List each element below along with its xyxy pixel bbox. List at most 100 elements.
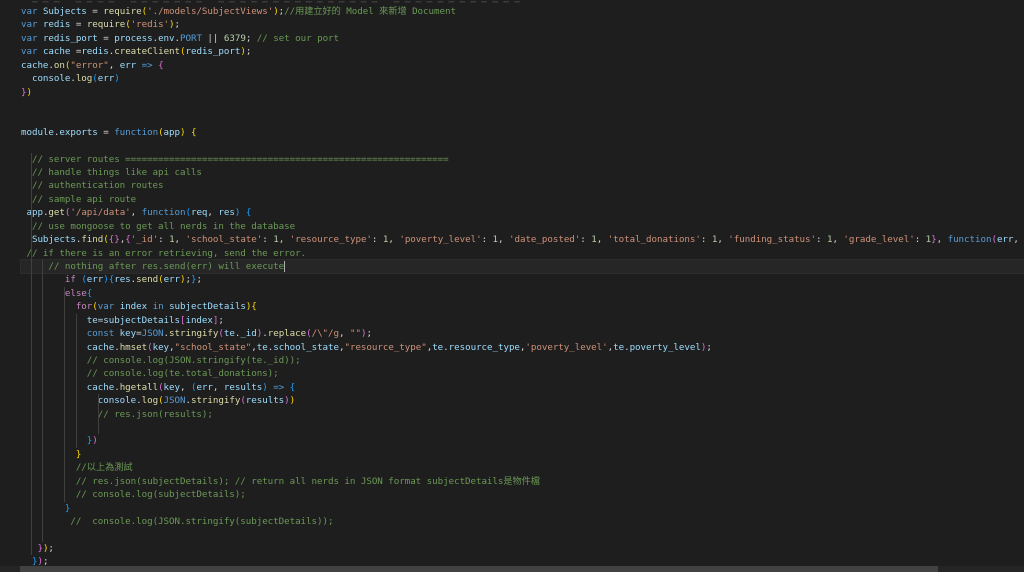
code-line[interactable]: }); [21, 542, 54, 555]
code-token: , s [1013, 234, 1019, 246]
code-token: { [86, 287, 93, 299]
code-token: err [119, 59, 137, 71]
horizontal-scrollbar-thumb[interactable] [20, 566, 938, 572]
code-token: = [97, 126, 115, 138]
code-token: , [207, 207, 219, 219]
code-editor[interactable]: ─ ─ ─ ─ ─ ─ ─ ─ ─ ─ ─ ─ ─ ─ ─ ─ ─ ─ ─ ─ … [0, 0, 1024, 572]
code-token: { [245, 207, 252, 219]
code-line[interactable]: var Subjects = require('./models/Subject… [21, 5, 456, 18]
code-line[interactable]: var redis = require('redis'); [21, 18, 180, 31]
code-token: 'date_posted' [509, 234, 581, 246]
code-token: send [136, 274, 159, 286]
code-line[interactable]: cache.hmset(key,"school_state",te.school… [21, 341, 712, 354]
code-token: ; [706, 341, 712, 353]
code-token: // res.json(subjectDetails); // return a… [75, 475, 540, 487]
code-token: app [163, 126, 181, 138]
code-token: 'resource_type' [289, 234, 372, 246]
indent-guide [64, 286, 65, 502]
code-token: , [108, 59, 120, 71]
code-token: school_state [273, 341, 339, 353]
indent-guide [76, 313, 77, 448]
code-line[interactable]: const key=JSON.stringify(te._id).replace… [21, 327, 372, 340]
code-token: 'poverty_level' [399, 234, 482, 246]
code-line[interactable]: // res.json(results); [21, 408, 213, 421]
code-line[interactable]: for(var index in subjectDetails){ [21, 300, 257, 313]
code-token: 'total_donations' [607, 234, 701, 246]
code-token: // if there is an error retrieving, send… [26, 247, 307, 259]
code-token: : [158, 234, 170, 246]
code-token: = [70, 19, 87, 31]
code-line[interactable]: } [21, 502, 71, 515]
code-token: // res.json(results); [97, 408, 213, 420]
code-token: JSON [163, 395, 186, 407]
code-line[interactable]: //以上為測試 [21, 461, 133, 474]
code-line[interactable]: cache.hgetall(key, (err, results) => { [21, 381, 295, 394]
indent-guide [42, 259, 43, 542]
code-line[interactable]: console.log(JSON.stringify(results)) [21, 394, 295, 407]
code-line[interactable]: te=subjectDetails[index]; [21, 314, 224, 327]
code-line[interactable]: // server routes =======================… [21, 153, 449, 166]
code-token: redis [42, 19, 71, 31]
code-line[interactable]: }) [21, 434, 98, 447]
code-token: index [119, 301, 148, 313]
code-line[interactable]: if (err){res.send(err);}; [21, 273, 202, 286]
code-line[interactable]: var cache =redis.createClient(redis_port… [21, 45, 251, 58]
code-token: err [163, 274, 181, 286]
code-line[interactable]: // console.log(JSON.stringify(te._id)); [21, 354, 301, 367]
code-line[interactable]: // sample api route [21, 193, 136, 206]
code-token: ; [174, 19, 181, 31]
code-token: err [996, 234, 1014, 246]
code-token: // console.log(te.total_donations); [86, 368, 279, 380]
code-line[interactable]: }) [21, 86, 32, 99]
code-token: subjectDetails [169, 301, 246, 313]
code-line[interactable]: cache.on("error", err => { [21, 59, 164, 72]
code-line[interactable]: // res.json(subjectDetails); // return a… [21, 475, 540, 488]
code-token: createClient [114, 46, 181, 58]
code-token: : [816, 234, 827, 246]
text-cursor [284, 260, 286, 272]
code-token: ) [289, 395, 296, 407]
code-token: var [97, 301, 120, 313]
code-token: { [289, 381, 296, 393]
code-line[interactable]: app.get('/api/data', function(req, res) … [21, 206, 251, 219]
code-token: on [53, 59, 65, 71]
code-token: ; [245, 32, 257, 44]
code-line[interactable]: Subjects.find({},{'_id': 1, 'school_stat… [21, 233, 1024, 246]
code-line[interactable]: // use mongoose to get all nerds in the … [21, 220, 295, 233]
code-token: function [141, 207, 186, 219]
code-token: exports [59, 126, 98, 138]
code-line[interactable]: module.exports = function(app) { [21, 126, 197, 139]
code-line[interactable]: // handle things like api calls [21, 166, 202, 179]
code-token: //用建立好的 Model 來新增 Document [284, 6, 456, 17]
code-token: ; [196, 274, 202, 286]
code-token: log [75, 73, 93, 85]
code-token: = [70, 46, 82, 58]
code-token: "resource_type" [344, 341, 427, 353]
code-line[interactable]: // console.log(JSON.stringify(subjectDet… [21, 515, 333, 528]
code-token: ; [48, 542, 54, 554]
code-line[interactable]: // nothing after res.send(err) will exec… [20, 258, 1024, 275]
code-line[interactable]: // if there is an error retrieving, send… [21, 247, 306, 260]
code-token: key [163, 381, 181, 393]
code-token: = [97, 32, 115, 44]
code-line[interactable]: // console.log(subjectDetails); [21, 488, 246, 501]
code-token: : [481, 234, 493, 246]
code-token: var [21, 32, 43, 44]
code-token: // console.log(JSON.stringify(subjectDet… [70, 515, 334, 527]
code-token: app [26, 207, 43, 219]
code-token: hmset [119, 341, 148, 353]
code-token: hgetall [119, 381, 159, 393]
code-line[interactable]: // console.log(te.total_donations); [21, 367, 279, 380]
code-token: /\"/g [311, 328, 340, 340]
code-token: // console.log(JSON.stringify(te._id)); [86, 354, 301, 366]
code-token: { [158, 59, 164, 71]
indent-guide [31, 152, 32, 556]
code-token: if [64, 274, 76, 286]
code-token: , [212, 381, 224, 393]
code-line[interactable]: var redis_port = process.env.PORT || 637… [21, 32, 339, 45]
code-line[interactable]: console.log(err) [21, 72, 120, 85]
code-token: , [832, 234, 844, 246]
code-token: in [152, 301, 164, 313]
code-line[interactable]: // authentication routes [21, 179, 164, 192]
